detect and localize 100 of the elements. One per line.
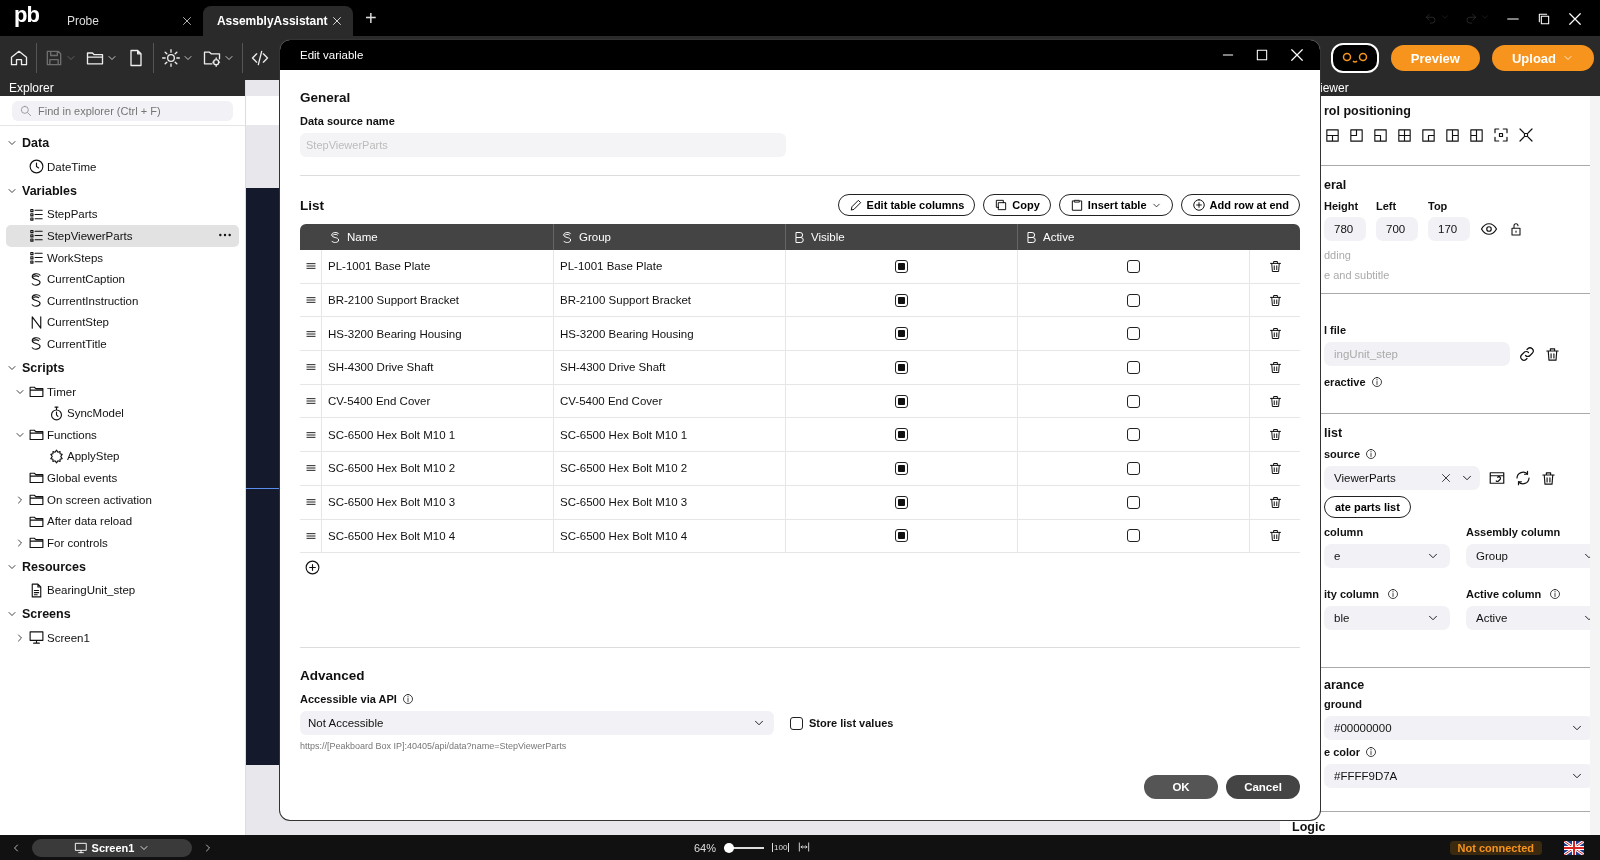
- toolbar-button[interactable]: Insert table: [1058, 194, 1173, 216]
- tree-item[interactable]: StepParts: [6, 203, 239, 226]
- trash-icon[interactable]: [1267, 460, 1283, 476]
- trash-icon[interactable]: [1267, 359, 1283, 375]
- tree-item[interactable]: After data reload: [6, 510, 239, 532]
- layout-icon[interactable]: [1324, 126, 1341, 144]
- create-parts-list-button[interactable]: ate parts list: [1324, 496, 1411, 518]
- checkbox[interactable]: [895, 461, 908, 475]
- tree-item[interactable]: CurrentStep: [6, 311, 239, 334]
- checkbox[interactable]: [1127, 360, 1140, 374]
- code-icon[interactable]: [250, 48, 270, 68]
- file-field[interactable]: ingUnit_step: [1324, 342, 1510, 366]
- search-field[interactable]: Find in explorer (Ctrl + F): [12, 100, 233, 121]
- add-row-icon[interactable]: [304, 559, 321, 577]
- eye-icon[interactable]: [1480, 220, 1498, 238]
- settings-icon[interactable]: [161, 48, 181, 68]
- color-dropdown[interactable]: #00000000: [1324, 716, 1590, 740]
- tree-item[interactable]: CurrentCaption: [6, 268, 239, 290]
- tree-section[interactable]: Screens: [6, 601, 239, 628]
- new-tab-button[interactable]: +: [352, 7, 389, 36]
- checkbox[interactable]: [1127, 461, 1140, 475]
- restore-icon[interactable]: [1536, 11, 1552, 27]
- column-dropdown[interactable]: Group: [1466, 544, 1590, 568]
- connection-status[interactable]: Not connected: [1449, 840, 1542, 855]
- column-header[interactable]: Group: [554, 224, 786, 250]
- tree-section[interactable]: Data: [6, 130, 239, 156]
- expand-icon[interactable]: [1492, 126, 1510, 144]
- source-dropdown[interactable]: ViewerParts: [1324, 466, 1480, 490]
- layout-icon[interactable]: [1372, 126, 1389, 144]
- checkbox[interactable]: [895, 495, 908, 509]
- checkbox[interactable]: [895, 529, 908, 543]
- column-dropdown[interactable]: ble: [1324, 606, 1450, 630]
- refresh-icon[interactable]: [1514, 469, 1532, 487]
- trash-icon[interactable]: [1544, 345, 1561, 363]
- table-link-icon[interactable]: [1488, 469, 1506, 487]
- color-dropdown[interactable]: #FFFF9D7A: [1324, 764, 1590, 788]
- checkbox[interactable]: [1127, 495, 1140, 509]
- close-icon[interactable]: [1566, 10, 1584, 28]
- number-field[interactable]: 170: [1428, 217, 1470, 241]
- trash-icon[interactable]: [1267, 427, 1283, 443]
- trash-icon[interactable]: [1267, 494, 1283, 510]
- trash-icon[interactable]: [1267, 258, 1283, 274]
- checkbox[interactable]: [895, 293, 908, 307]
- layout-icon[interactable]: [1420, 126, 1437, 144]
- tree-section[interactable]: Resources: [6, 553, 239, 580]
- tree-item[interactable]: CurrentTitle: [6, 333, 239, 355]
- link-icon[interactable]: [1518, 345, 1536, 363]
- toolbar-button[interactable]: Add row at end: [1180, 194, 1300, 216]
- home-icon[interactable]: [9, 48, 29, 68]
- close-icon[interactable]: [1288, 46, 1306, 64]
- column-dropdown[interactable]: Active: [1466, 606, 1590, 630]
- layout-icon[interactable]: [1444, 126, 1461, 144]
- api-access-dropdown[interactable]: Not Accessible: [300, 711, 774, 736]
- tree-item[interactable]: CurrentInstruction: [6, 289, 239, 312]
- number-field[interactable]: 700: [1376, 217, 1418, 241]
- trash-icon[interactable]: [1267, 326, 1283, 342]
- checkbox[interactable]: [895, 360, 908, 374]
- checkbox[interactable]: [895, 428, 908, 442]
- tree-section[interactable]: Scripts: [6, 354, 239, 381]
- checkbox[interactable]: [895, 259, 908, 273]
- tree-item[interactable]: On screen activation: [6, 488, 239, 511]
- tree-item[interactable]: ApplyStep: [6, 445, 239, 468]
- column-header[interactable]: Active: [1018, 224, 1300, 250]
- tree-item[interactable]: Functions: [6, 423, 239, 446]
- number-field[interactable]: 780: [1324, 217, 1366, 241]
- tree-item[interactable]: StepViewerParts: [6, 225, 239, 247]
- toolbar-button[interactable]: Copy: [983, 194, 1051, 216]
- tree-item[interactable]: Global events: [6, 467, 239, 489]
- checkbox[interactable]: [1127, 394, 1140, 408]
- maximize-icon[interactable]: [1254, 47, 1270, 63]
- column-header[interactable]: Name: [300, 224, 554, 250]
- layout-icon[interactable]: [1396, 126, 1413, 144]
- document-tab[interactable]: AssemblyAssistant: [202, 6, 353, 36]
- assistant-face-button[interactable]: [1330, 43, 1379, 73]
- document-tab[interactable]: Probe: [52, 6, 203, 36]
- checkbox[interactable]: [1127, 529, 1140, 543]
- checkbox[interactable]: [895, 327, 908, 341]
- layout-icon[interactable]: [1348, 126, 1365, 144]
- fit-width-icon[interactable]: [797, 839, 812, 854]
- checkbox[interactable]: [1127, 259, 1140, 273]
- tree-item[interactable]: BearingUnit_step: [6, 579, 239, 602]
- tree-item[interactable]: Screen1: [6, 627, 239, 649]
- ok-button[interactable]: OK: [1144, 775, 1218, 800]
- trash-icon[interactable]: [1540, 469, 1557, 487]
- toolbar-button[interactable]: Edit table columns: [837, 194, 976, 216]
- tree-section[interactable]: Variables: [6, 177, 239, 204]
- checkbox[interactable]: [1127, 293, 1140, 307]
- tree-item[interactable]: DateTime: [6, 156, 239, 178]
- screen-selector[interactable]: Screen1: [32, 838, 192, 857]
- cancel-button[interactable]: Cancel: [1226, 775, 1300, 800]
- checkbox[interactable]: [1127, 327, 1140, 341]
- trash-icon[interactable]: [1267, 528, 1283, 544]
- trash-icon[interactable]: [1267, 393, 1283, 409]
- checkbox[interactable]: [790, 716, 803, 730]
- tree-item[interactable]: Timer: [6, 380, 239, 403]
- shrink-icon[interactable]: [1517, 126, 1535, 144]
- column-dropdown[interactable]: e: [1324, 544, 1450, 568]
- tree-item[interactable]: SyncModel: [6, 402, 239, 424]
- tree-item[interactable]: WorkSteps: [6, 246, 239, 269]
- tree-item[interactable]: For controls: [6, 531, 239, 554]
